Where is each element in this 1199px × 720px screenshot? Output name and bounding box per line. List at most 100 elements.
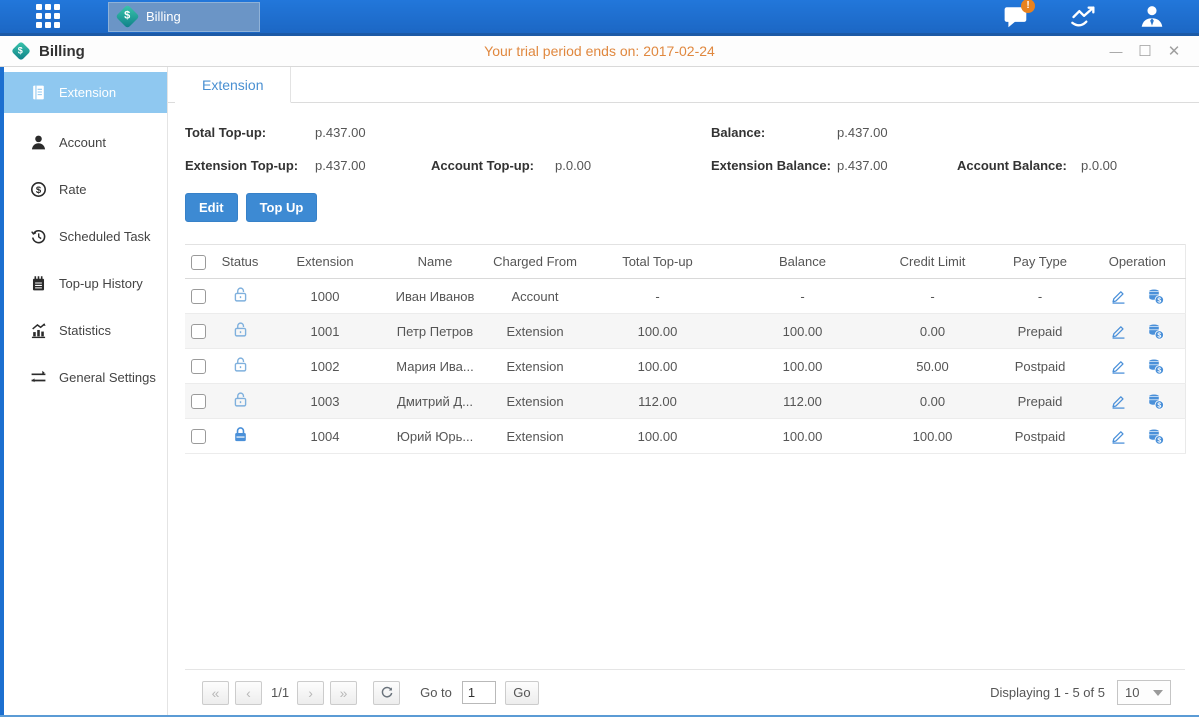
main-panel: Extension Total Top-up: p.437.00 Extensi… [168, 67, 1199, 715]
edit-extension-icon[interactable] [1110, 323, 1127, 340]
sidebar-item-statistics[interactable]: Statistics [4, 307, 167, 354]
cell-balance: - [730, 279, 875, 314]
last-page-button[interactable]: » [330, 681, 357, 705]
sidebar-item-extension[interactable]: Extension [4, 72, 167, 113]
extension-topup-label: Extension Top-up: [185, 158, 315, 173]
sliders-icon [30, 369, 47, 386]
cell-extension: 1002 [265, 349, 385, 384]
cell-pay-type: Postpaid [990, 349, 1090, 384]
sidebar-item-label: Statistics [59, 323, 111, 338]
cell-balance: 100.00 [730, 349, 875, 384]
table-row: 1000 Иван Иванов Account - - - - $ [185, 279, 1185, 314]
ledger-icon [30, 84, 47, 101]
window-titlebar: $ Billing Your trial period ends on: 201… [0, 36, 1199, 67]
cell-name: Юрий Юрь... [385, 419, 485, 454]
top-up-extension-icon[interactable]: $ [1147, 393, 1164, 410]
sidebar-item-account[interactable]: Account [4, 119, 167, 166]
chart-icon[interactable] [1067, 4, 1101, 30]
extension-balance-label: Extension Balance: [711, 158, 837, 173]
cell-balance: 100.00 [730, 314, 875, 349]
goto-page-input[interactable] [462, 681, 496, 704]
taskbar-tab-label: Billing [146, 9, 181, 24]
account-balance-value: p.0.00 [1081, 158, 1185, 173]
sidebar-item-rate[interactable]: $ Rate [4, 166, 167, 213]
bar-chart-icon [30, 322, 47, 339]
close-button[interactable]: ✕ [1167, 44, 1181, 59]
cell-operation: $ [1090, 419, 1185, 454]
refresh-button[interactable] [373, 681, 400, 705]
header-balance: Balance [730, 245, 875, 279]
edit-extension-icon[interactable] [1110, 393, 1127, 410]
tab-extension[interactable]: Extension [175, 67, 291, 103]
svg-text:$: $ [36, 185, 42, 196]
cell-total-topup: - [585, 279, 730, 314]
row-checkbox[interactable] [191, 394, 206, 409]
first-page-button[interactable]: « [202, 681, 229, 705]
cell-pay-type: Prepaid [990, 384, 1090, 419]
app-launcher-icon[interactable] [36, 4, 62, 30]
row-checkbox[interactable] [191, 429, 206, 444]
refresh-icon [380, 686, 394, 700]
top-up-extension-icon[interactable]: $ [1147, 428, 1164, 445]
prev-page-button[interactable]: ‹ [235, 681, 262, 705]
header-credit-limit: Credit Limit [875, 245, 990, 279]
goto-label: Go to [420, 685, 452, 700]
header-operation: Operation [1090, 245, 1185, 279]
select-all-checkbox[interactable] [191, 255, 206, 270]
edit-button[interactable]: Edit [185, 193, 238, 222]
edit-extension-icon[interactable] [1110, 288, 1127, 305]
sidebar-item-general-settings[interactable]: General Settings [4, 354, 167, 401]
cell-balance: 100.00 [730, 419, 875, 454]
cell-credit-limit: 100.00 [875, 419, 990, 454]
cell-extension: 1003 [265, 384, 385, 419]
row-checkbox[interactable] [191, 359, 206, 374]
cell-charged-from: Extension [485, 384, 585, 419]
messages-icon[interactable]: ! [999, 4, 1033, 30]
cell-checkbox [185, 349, 215, 384]
user-icon[interactable] [1135, 4, 1169, 30]
header-extension: Extension [265, 245, 385, 279]
cell-credit-limit: 0.00 [875, 314, 990, 349]
table-header-row: Status Extension Name Charged From Total… [185, 245, 1185, 279]
top-up-extension-icon[interactable]: $ [1147, 323, 1164, 340]
notebook-icon [30, 275, 47, 292]
cell-operation: $ [1090, 314, 1185, 349]
window-title: Billing [39, 43, 85, 60]
table-row: 1003 Дмитрий Д... Extension 112.00 112.0… [185, 384, 1185, 419]
next-page-button[interactable]: › [297, 681, 324, 705]
sidebar-item-label: Rate [59, 182, 86, 197]
status-unlocked-icon [232, 361, 249, 376]
cell-name: Дмитрий Д... [385, 384, 485, 419]
top-up-button[interactable]: Top Up [246, 193, 318, 222]
sidebar-item-scheduled-task[interactable]: Scheduled Task [4, 213, 167, 260]
cell-checkbox [185, 314, 215, 349]
minimize-button[interactable]: — [1109, 45, 1123, 58]
window-app-icon: $ [11, 41, 31, 61]
top-up-extension-icon[interactable]: $ [1147, 358, 1164, 375]
cell-operation: $ [1090, 384, 1185, 419]
cell-checkbox [185, 279, 215, 314]
cell-pay-type: Postpaid [990, 419, 1090, 454]
sidebar-item-topup-history[interactable]: Top-up History [4, 260, 167, 307]
edit-extension-icon[interactable] [1110, 358, 1127, 375]
pagination-bar: « ‹ 1/1 › » Go to Go Displaying 1 - 5 of… [185, 669, 1185, 715]
row-checkbox[interactable] [191, 324, 206, 339]
sidebar-item-label: Top-up History [59, 276, 143, 291]
billing-app-icon: $ [115, 4, 139, 28]
clock-history-icon [30, 228, 47, 245]
cell-name: Мария Ива... [385, 349, 485, 384]
taskbar-tab-billing[interactable]: $ Billing [108, 2, 260, 32]
maximize-button[interactable]: ☐ [1138, 44, 1152, 59]
page-size-select[interactable]: 10 [1117, 680, 1171, 705]
status-unlocked-icon [232, 326, 249, 341]
account-topup-value: p.0.00 [555, 158, 685, 173]
status-unlocked-icon [232, 291, 249, 306]
go-button[interactable]: Go [505, 681, 539, 705]
edit-extension-icon[interactable] [1110, 428, 1127, 445]
top-up-extension-icon[interactable]: $ [1147, 288, 1164, 305]
row-checkbox[interactable] [191, 289, 206, 304]
total-topup-label: Total Top-up: [185, 125, 315, 140]
extension-balance-value: p.437.00 [837, 158, 957, 173]
notification-badge: ! [1021, 0, 1035, 13]
status-unlocked-icon [232, 396, 249, 411]
